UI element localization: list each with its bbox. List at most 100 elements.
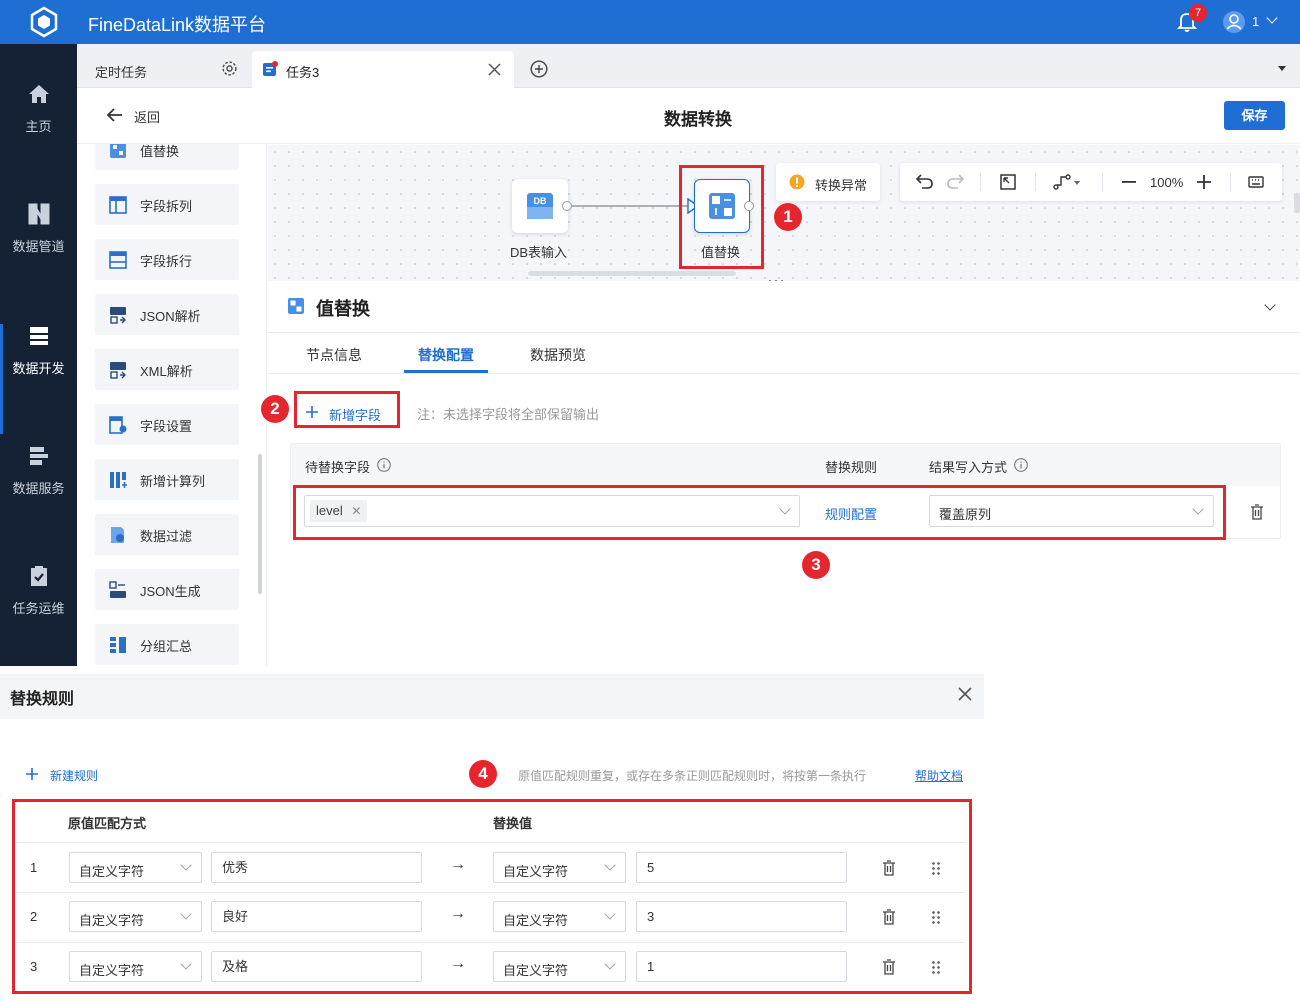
rule-hint: 原值匹配规则重复，或存在多条正则匹配规则时，将按第一条执行 <box>518 769 867 783</box>
palette-item-label: 字段设置 <box>140 419 193 434</box>
nav-label: 数据服务 <box>12 481 65 496</box>
zoom-in-icon[interactable] <box>1197 175 1211 189</box>
close-tab-icon[interactable] <box>488 63 501 76</box>
palette-item-group-summary[interactable]: 分组汇总 <box>95 624 239 665</box>
warning-label: 转换异常 <box>815 178 868 193</box>
node-db-input-label: DB表输入 <box>510 245 568 260</box>
conversion-warning[interactable]: 转换异常 <box>776 163 880 201</box>
calc-column-icon <box>110 472 127 488</box>
highlight-box-add-field <box>294 391 400 428</box>
xml-parse-icon <box>110 362 126 379</box>
dialog-header <box>0 674 984 719</box>
collapse-chevron-icon[interactable] <box>1264 299 1276 311</box>
toolbar-divider <box>1035 173 1036 191</box>
nav-item-pipeline[interactable]: 数据管道 <box>0 202 77 312</box>
tab-scheduled[interactable]: 定时任务 <box>77 51 249 88</box>
tab-data-preview[interactable]: 数据预览 <box>530 345 586 365</box>
notification-badge: 7 <box>1189 4 1207 22</box>
back-label: 返回 <box>134 110 161 125</box>
palette-item-json-generate[interactable]: JSON生成 <box>95 569 239 610</box>
palette-item-label: JSON生成 <box>140 584 201 599</box>
tab-label: 定时任务 <box>95 65 148 80</box>
info-icon[interactable] <box>1014 458 1028 472</box>
tab-task3[interactable]: 任务3 <box>252 51 514 88</box>
connector-line <box>572 205 692 207</box>
palette-item-split-column[interactable]: 字段拆列 <box>95 184 239 225</box>
left-nav: 主页 数据管道 数据开发 数据服务 任务运维 <box>0 44 77 666</box>
new-rule-button[interactable]: 新建规则 <box>26 766 111 784</box>
highlight-box-field-row <box>293 485 1226 540</box>
callout-badge-1: 1 <box>774 203 802 231</box>
palette-item-label: 新增计算列 <box>140 474 206 489</box>
palette-item-field-settings[interactable]: 字段设置 <box>95 404 239 445</box>
field-table-header <box>291 444 1280 486</box>
back-button[interactable]: 返回 <box>107 106 167 126</box>
palette-item-label: 字段拆列 <box>140 199 193 214</box>
palette-item-label: 值替换 <box>140 144 180 159</box>
dev-icon <box>29 327 48 345</box>
user-avatar-icon[interactable] <box>1222 10 1246 34</box>
help-doc-link[interactable]: 帮助文档 <box>915 767 963 784</box>
callout-badge-2: 2 <box>261 395 289 423</box>
palette-item-add-calc-column[interactable]: 新增计算列 <box>95 459 239 500</box>
tab-overflow-icon[interactable] <box>1277 65 1287 72</box>
canvas-vscroll[interactable] <box>1294 193 1300 213</box>
toolbar-divider <box>1230 173 1231 191</box>
split-row-icon <box>109 251 127 269</box>
json-parse-icon <box>110 307 126 324</box>
palette-item-json-parse[interactable]: JSON解析 <box>95 294 239 335</box>
zoom-out-icon[interactable] <box>1122 181 1136 183</box>
json-generate-icon <box>109 581 126 598</box>
nav-label: 数据开发 <box>12 361 65 376</box>
canvas-scrollbar[interactable] <box>528 271 736 276</box>
save-button[interactable]: 保存 <box>1224 101 1285 130</box>
keyboard-icon[interactable] <box>1248 176 1264 188</box>
col-header-write: 结果写入方式 <box>929 460 1008 475</box>
nav-item-dev[interactable]: 数据开发 <box>0 324 77 434</box>
undo-icon[interactable] <box>916 174 933 189</box>
delete-row-icon[interactable] <box>1250 504 1264 520</box>
value-replace-icon <box>110 144 126 158</box>
tab-replace-config[interactable]: 替换配置 <box>418 345 474 365</box>
fit-view-icon[interactable] <box>1000 174 1016 190</box>
palette-item-data-filter[interactable]: 数据过滤 <box>95 514 239 555</box>
ops-icon <box>30 566 47 586</box>
plus-icon <box>26 768 38 780</box>
nav-label: 数据管道 <box>12 239 65 254</box>
user-menu-chevron-icon[interactable] <box>1266 12 1278 24</box>
node-db-output-port[interactable] <box>562 201 572 211</box>
add-tab-icon[interactable] <box>530 60 548 78</box>
tab-node-info[interactable]: 节点信息 <box>306 345 362 365</box>
palette-scrollbar[interactable] <box>258 454 262 594</box>
nav-item-ops[interactable]: 任务运维 <box>0 564 77 674</box>
node-db-input[interactable]: DB <box>512 179 568 233</box>
nav-item-home[interactable]: 主页 <box>0 82 77 192</box>
sub-header: 返回 数据转换 保存 <box>77 88 1300 144</box>
dialog-title: 替换规则 <box>10 691 75 708</box>
redo-icon[interactable] <box>947 174 964 189</box>
db-icon-text: DB <box>534 196 547 206</box>
palette-item-xml-parse[interactable]: XML解析 <box>95 349 239 390</box>
palette-item-value-replace[interactable]: 值替换 <box>95 144 239 170</box>
gear-icon[interactable] <box>221 60 238 77</box>
palette-item-split-row[interactable]: 字段拆行 <box>95 239 239 280</box>
tab-bar: 定时任务 任务3 <box>77 44 1300 88</box>
home-icon <box>28 85 49 103</box>
close-icon[interactable] <box>958 687 972 701</box>
field-settings-icon <box>109 416 127 434</box>
service-icon <box>29 447 48 465</box>
new-rule-label: 新建规则 <box>50 769 99 783</box>
tab-label: 任务3 <box>286 65 320 80</box>
replace-rule-dialog: 替换规则 新建规则 原值匹配规则重复，或存在多条正则匹配规则时，将按第一条执行 … <box>0 674 984 1001</box>
db-table-icon: DB <box>527 193 553 219</box>
config-title: 值替换 <box>316 299 370 319</box>
connector-style-icon[interactable] <box>1053 174 1081 190</box>
col-header-rule: 替换规则 <box>825 460 878 475</box>
config-divider <box>268 332 1300 333</box>
palette-item-label: 字段拆行 <box>140 254 193 269</box>
user-name[interactable]: 1 <box>1252 14 1259 29</box>
info-icon[interactable] <box>377 458 391 472</box>
nav-item-service[interactable]: 数据服务 <box>0 444 77 554</box>
nav-label: 主页 <box>25 119 52 134</box>
palette-item-label: 数据过滤 <box>140 529 193 544</box>
